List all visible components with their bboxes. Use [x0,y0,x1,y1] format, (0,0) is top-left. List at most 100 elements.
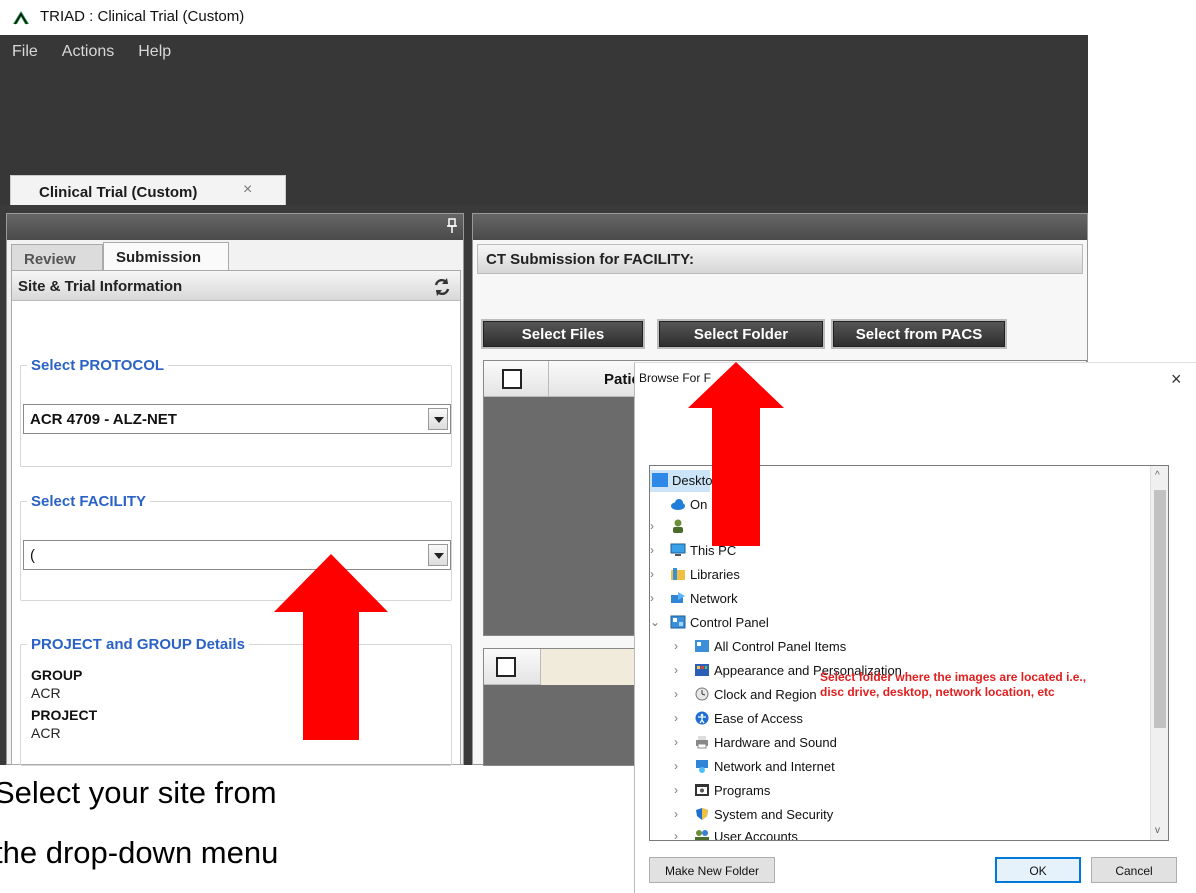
tree-label: Clock and Region [714,687,817,702]
chevron-right-icon[interactable]: › [674,687,686,701]
tree-label: Network and Internet [714,759,835,774]
accessibility-icon [695,711,709,725]
programs-icon [695,784,709,796]
protocol-value: ACR 4709 - ALZ-NET [30,411,177,428]
protocol-legend: Select PROTOCOL [31,357,165,374]
tree-label: Libraries [690,567,740,582]
printer-icon [696,736,708,749]
menu-actions[interactable]: Actions [50,35,126,69]
network-icon [671,592,685,603]
chevron-down-icon[interactable]: ⌄ [650,615,662,629]
ct-submission-title: CT Submission for FACILITY: [486,251,695,268]
tree-label: User Accounts [714,829,798,841]
group-label: GROUP [31,667,83,683]
column-divider [548,361,549,397]
clock-icon [695,687,709,701]
chevron-right-icon[interactable]: › [674,663,686,677]
tree-label: Programs [714,783,771,798]
chevron-right-icon[interactable]: › [650,567,662,581]
ct-submission-header: CT Submission for FACILITY: [477,244,1083,274]
select-from-pacs-button[interactable]: Select from PACS [833,321,1005,347]
tree-item-network[interactable]: › Network [650,588,850,610]
tab-clinical-trial[interactable]: Clinical Trial (Custom) × [10,175,286,209]
network-internet-icon [696,760,708,773]
protocol-select[interactable]: ACR 4709 - ALZ-NET [23,404,451,434]
site-trial-section: Site & Trial Information Select PROTOCOL… [11,270,461,766]
instruction-line-1: Select folder where the images are locat… [820,670,1087,684]
protocol-group: Select PROTOCOL ACR 4709 - ALZ-NET [20,357,452,467]
tree-item-network-internet[interactable]: › Network and Internet [674,756,934,778]
select-files-button[interactable]: Select Files [483,321,643,347]
chevron-right-icon[interactable]: › [674,759,686,773]
select-folder-button[interactable]: Select Folder [659,321,823,347]
left-panel-header [7,214,463,240]
group-value: ACR [31,685,61,701]
section-title: Site & Trial Information [18,278,183,295]
scroll-down-icon[interactable]: v [1155,825,1160,836]
instruction-note: Select folder where the images are locat… [820,670,1120,700]
tree-label: Ease of Access [714,711,803,726]
tree-label: All Control Panel Items [714,639,847,654]
select-all-checkbox[interactable] [502,369,522,389]
close-icon[interactable]: × [1171,369,1182,390]
tree-scrollbar[interactable]: ^ v [1150,466,1168,840]
chevron-down-icon[interactable] [428,408,448,430]
chevron-right-icon[interactable]: › [674,829,686,840]
pin-icon[interactable] [447,218,457,234]
project-label: PROJECT [31,707,98,723]
ok-button[interactable]: OK [995,857,1081,883]
appearance-icon [695,664,709,676]
tree-label: Network [690,591,738,606]
caption-line-1: Select your site from [0,775,277,810]
chevron-right-icon[interactable]: › [650,591,662,605]
facility-legend: Select FACILITY [31,493,147,510]
chevron-right-icon[interactable]: › [650,519,662,533]
user-icon [673,519,683,533]
cloud-icon [671,499,685,510]
right-panel-header [473,214,1087,240]
scroll-up-icon[interactable]: ^ [1155,470,1160,481]
scroll-thumb[interactable] [1154,490,1166,728]
cancel-button[interactable]: Cancel [1091,857,1177,883]
menu-help[interactable]: Help [126,35,183,69]
chevron-down-icon[interactable] [428,544,448,566]
window-titlebar: TRIAD : Clinical Trial (Custom) [0,0,1196,35]
tab-submission[interactable]: Submission [103,242,229,272]
chevron-right-icon[interactable]: › [674,807,686,821]
tree-item-system-security[interactable]: › System and Security [674,804,934,826]
desktop-icon [652,473,668,487]
make-new-folder-button[interactable]: Make New Folder [649,857,775,883]
triad-logo-icon [13,11,29,25]
tree-label: System and Security [714,807,834,822]
tree-item-ease-of-access[interactable]: › Ease of Access [674,708,934,730]
tree-item-control-panel[interactable]: ⌄ Control Panel [650,612,850,634]
window-title: TRIAD : Clinical Trial (Custom) [40,8,245,25]
control-panel-icon [695,640,709,652]
tree-item-user-accounts[interactable]: › User Accounts [674,826,934,841]
caption-line-2: the drop-down menu [0,835,279,870]
tree-item-all-control-panel-items[interactable]: › All Control Panel Items [674,636,934,658]
tree-item-programs[interactable]: › Programs [674,780,934,802]
instruction-line-2: disc drive, desktop, network location, e… [820,685,1055,699]
refresh-icon[interactable] [432,277,452,297]
tab-close-icon[interactable]: × [243,181,252,199]
arrow-up-icon [688,362,784,546]
libraries-icon [671,568,685,580]
left-panel: Review Submission Site & Trial Informati… [6,213,464,766]
chevron-right-icon[interactable]: › [674,711,686,725]
arrow-up-icon [274,554,388,740]
shield-icon [696,808,708,820]
chevron-right-icon[interactable]: › [674,783,686,797]
tab-review[interactable]: Review [11,244,103,272]
users-icon [695,830,709,840]
tree-label: Hardware and Sound [714,735,837,750]
tab-label: Clinical Trial (Custom) [39,184,198,201]
tree-item-hardware-sound[interactable]: › Hardware and Sound [674,732,934,754]
chevron-right-icon[interactable]: › [674,735,686,749]
chevron-right-icon[interactable]: › [650,543,662,557]
project-value: ACR [31,725,61,741]
tree-item-libraries[interactable]: › Libraries [650,564,850,586]
chevron-right-icon[interactable]: › [674,639,686,653]
select-all-series-checkbox[interactable] [496,657,516,677]
menu-file[interactable]: File [0,35,50,69]
